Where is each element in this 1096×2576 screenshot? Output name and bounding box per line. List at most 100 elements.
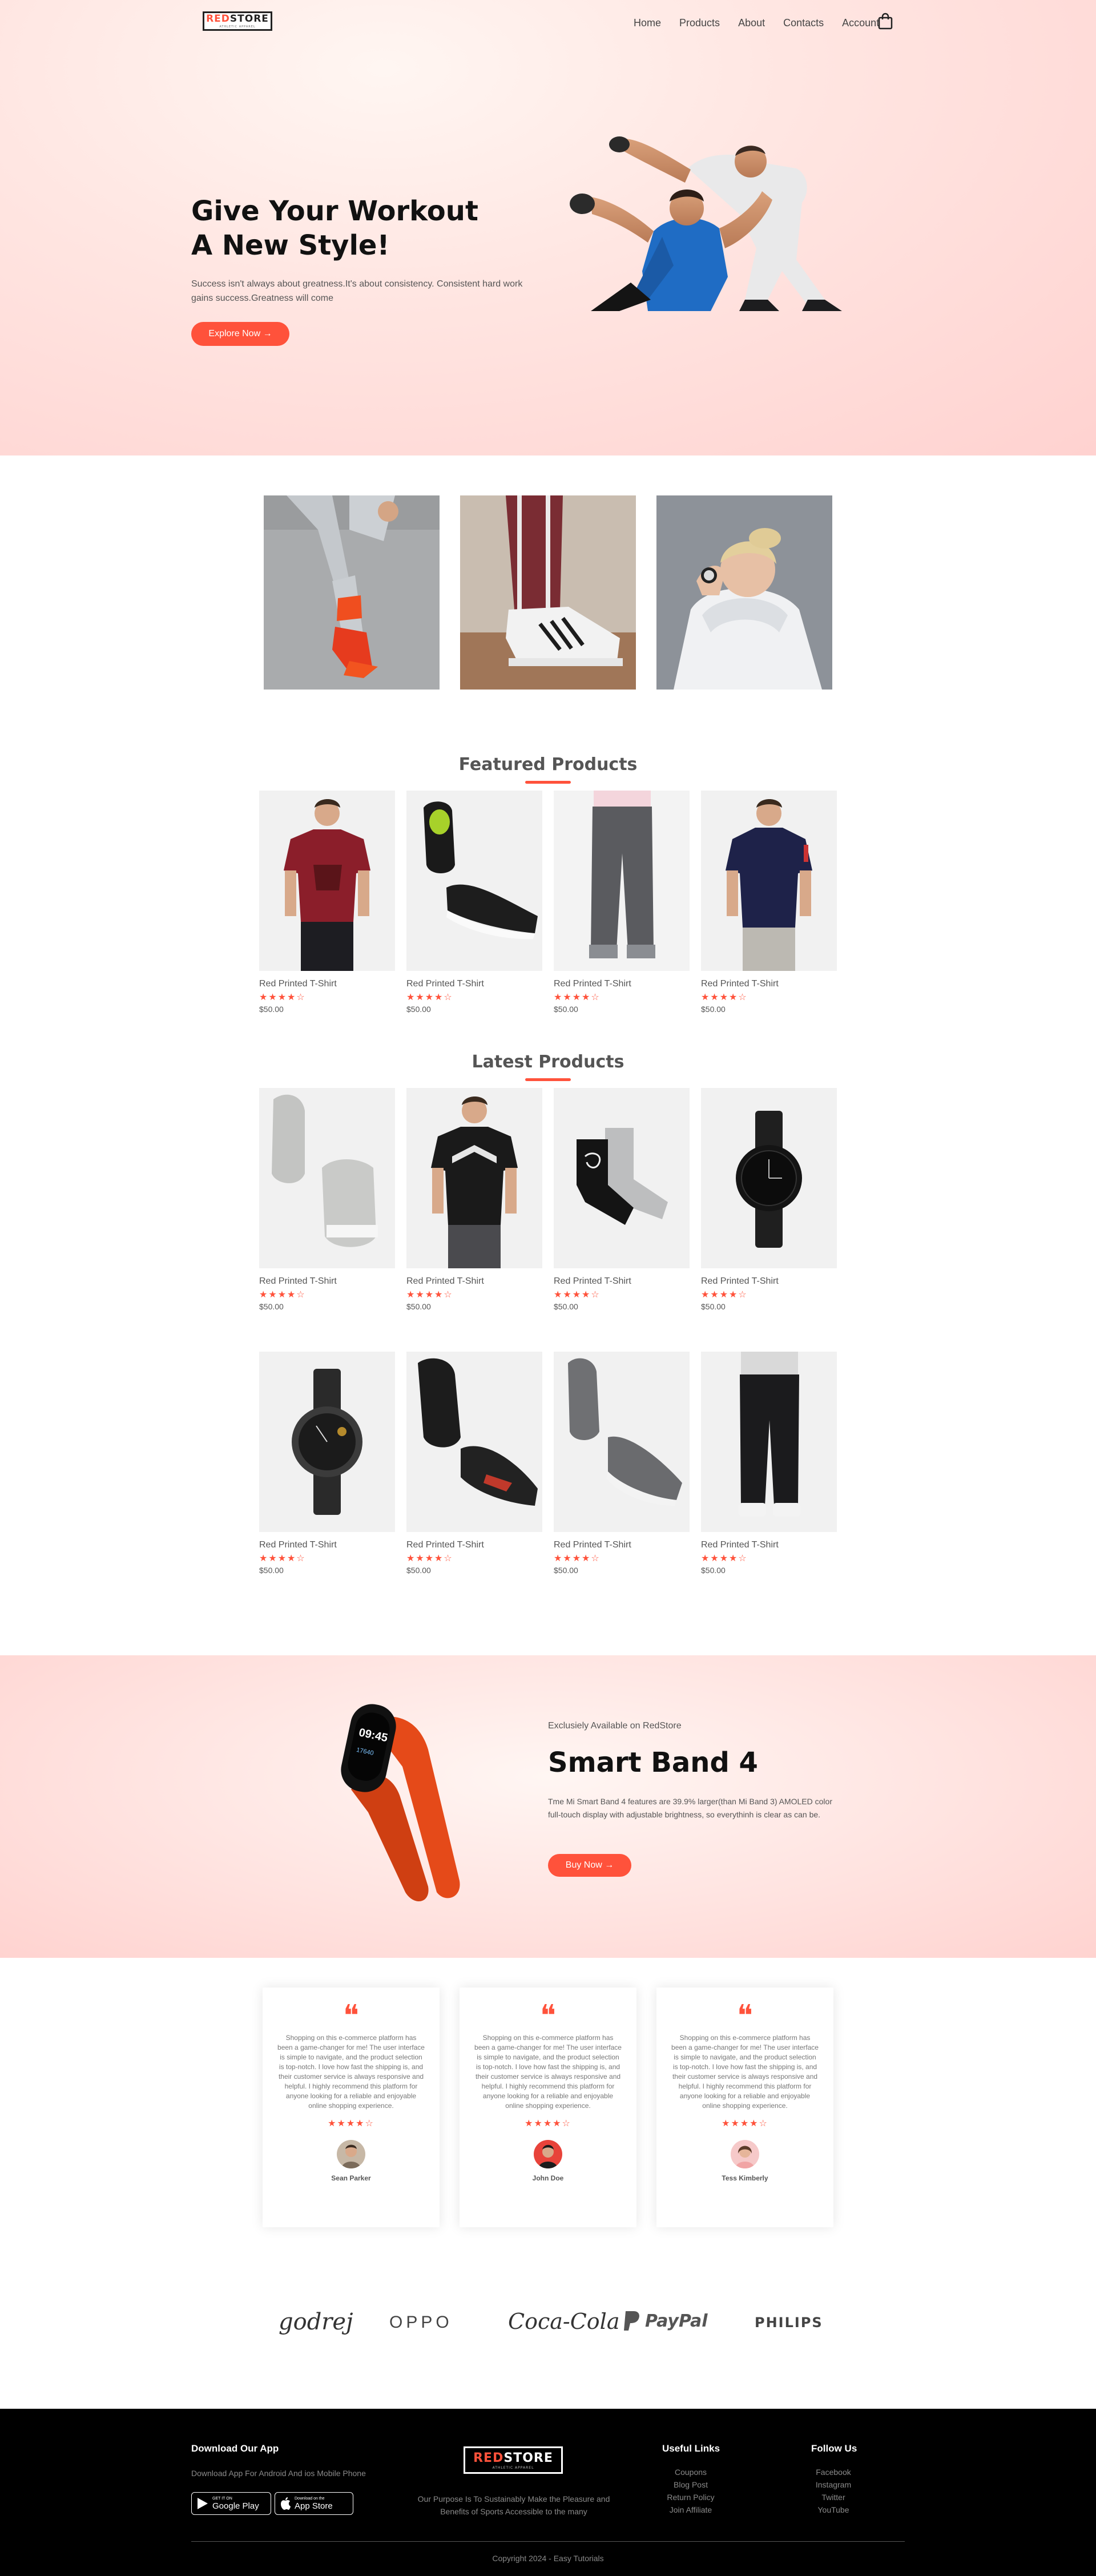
nav-products[interactable]: Products <box>679 17 720 29</box>
google-play-badge[interactable]: GET IT ON Google Play <box>191 2492 271 2515</box>
product-card[interactable]: Red Printed T-Shirt ★★★★☆ $50.00 <box>406 791 542 1014</box>
footer-logo-red-text: RED <box>473 2450 504 2465</box>
brand-logo-oppo: OPPO <box>389 2313 453 2332</box>
testimonial-author: John Doe <box>532 2174 564 2182</box>
brand-logo-godrej: godrej <box>279 2309 353 2335</box>
buy-now-button[interactable]: Buy Now → <box>548 1854 631 1877</box>
testimonial-author: Sean Parker <box>331 2174 371 2182</box>
product-name[interactable]: Red Printed T-Shirt <box>406 1540 542 1550</box>
product-rating: ★★★★☆ <box>701 1553 748 1563</box>
testimonial-card: ❝ Shopping on this e-commerce platform h… <box>460 1988 636 2227</box>
product-name[interactable]: Red Printed T-Shirt <box>701 1540 837 1550</box>
product-image[interactable] <box>259 1088 395 1268</box>
product-card[interactable]: Red Printed T-Shirt ★★★★☆ $50.00 <box>554 791 690 1014</box>
nav-account[interactable]: Account <box>842 17 879 29</box>
app-store-badge[interactable]: Download on the App Store <box>275 2492 353 2515</box>
product-card[interactable]: Red Printed T-Shirt ★★★★☆ $50.00 <box>701 791 837 1014</box>
hero-athletes-image <box>570 136 842 311</box>
product-image[interactable] <box>406 1088 542 1268</box>
product-rating: ★★★★☆ <box>701 1289 748 1300</box>
nav-home[interactable]: Home <box>634 17 661 29</box>
product-card[interactable]: Red Printed T-Shirt ★★★★☆ $50.00 <box>406 1088 542 1311</box>
product-name[interactable]: Red Printed T-Shirt <box>554 979 690 989</box>
footer-follow-title: Follow Us <box>811 2443 857 2454</box>
logo-black-text: STORE <box>229 13 269 25</box>
logo-tagline: ATHLETIC APPAREL <box>219 25 256 29</box>
footer-useful-links: Coupons Blog Post Return Policy Join Aff… <box>656 2466 725 2516</box>
smart-band-image[interactable]: 09:45 17640 <box>328 1698 477 1915</box>
product-rating: ★★★★☆ <box>554 1553 601 1563</box>
product-name[interactable]: Red Printed T-Shirt <box>406 1276 542 1287</box>
latest-title-underline <box>525 1078 571 1081</box>
main-nav: Home Products About Contacts Account <box>634 17 897 29</box>
product-name[interactable]: Red Printed T-Shirt <box>259 1540 395 1550</box>
site-logo[interactable]: REDSTORE ATHLETIC APPAREL <box>203 11 272 31</box>
product-name[interactable]: Red Printed T-Shirt <box>259 979 395 989</box>
featured-title-underline <box>525 781 571 784</box>
product-price: $50.00 <box>701 1566 726 1575</box>
nav-contacts[interactable]: Contacts <box>783 17 824 29</box>
product-card[interactable]: Red Printed T-Shirt ★★★★☆ $50.00 <box>259 1352 395 1575</box>
product-image[interactable] <box>259 1352 395 1532</box>
product-name[interactable]: Red Printed T-Shirt <box>554 1276 690 1287</box>
product-card[interactable]: Red Printed T-Shirt ★★★★☆ $50.00 <box>259 791 395 1014</box>
featured-products-title: Featured Products <box>458 755 638 775</box>
product-price: $50.00 <box>406 1566 431 1575</box>
product-rating: ★★★★☆ <box>406 991 453 1002</box>
footer-download-text: Download App For Android And ios Mobile … <box>191 2469 366 2478</box>
product-image[interactable] <box>701 1352 837 1532</box>
footer-logo-white-text: STORE <box>503 2450 553 2465</box>
product-name[interactable]: Red Printed T-Shirt <box>406 979 542 989</box>
footer-link-instagram[interactable]: Instagram <box>799 2478 868 2491</box>
product-image[interactable] <box>259 791 395 971</box>
explore-now-button[interactable]: Explore Now → <box>191 322 289 346</box>
product-image[interactable] <box>554 1352 690 1532</box>
product-image[interactable] <box>701 1088 837 1268</box>
product-card[interactable]: Red Printed T-Shirt ★★★★☆ $50.00 <box>554 1352 690 1575</box>
product-price: $50.00 <box>554 1302 578 1311</box>
product-card[interactable]: Red Printed T-Shirt ★★★★☆ $50.00 <box>701 1088 837 1311</box>
avatar <box>731 2140 759 2168</box>
product-name[interactable]: Red Printed T-Shirt <box>554 1540 690 1550</box>
footer-link-coupons[interactable]: Coupons <box>656 2466 725 2478</box>
product-image[interactable] <box>701 791 837 971</box>
footer-link-return-policy[interactable]: Return Policy <box>656 2491 725 2504</box>
product-card[interactable]: Red Printed T-Shirt ★★★★☆ $50.00 <box>554 1088 690 1311</box>
footer-link-twitter[interactable]: Twitter <box>799 2491 868 2504</box>
product-price: $50.00 <box>259 1005 284 1014</box>
category-image-track-pants-shoes[interactable] <box>460 495 636 690</box>
product-rating: ★★★★☆ <box>701 991 748 1002</box>
product-price: $50.00 <box>259 1566 284 1575</box>
testimonial-text: Shopping on this e-commerce platform has… <box>474 2034 622 2110</box>
footer-link-join-affiliate[interactable]: Join Affiliate <box>656 2504 725 2516</box>
product-card[interactable]: Red Printed T-Shirt ★★★★☆ $50.00 <box>259 1088 395 1311</box>
product-name[interactable]: Red Printed T-Shirt <box>259 1276 395 1287</box>
product-card[interactable]: Red Printed T-Shirt ★★★★☆ $50.00 <box>406 1352 542 1575</box>
app-store-small-text: Download on the <box>295 2496 325 2501</box>
footer-logo[interactable]: REDSTORE ATHLETIC APPAREL <box>464 2446 563 2474</box>
product-price: $50.00 <box>406 1005 431 1014</box>
google-play-big-text: Google Play <box>212 2501 259 2511</box>
product-image[interactable] <box>406 791 542 971</box>
product-image[interactable] <box>554 1088 690 1268</box>
product-image[interactable] <box>554 791 690 971</box>
footer-link-blog-post[interactable]: Blog Post <box>656 2478 725 2491</box>
product-image[interactable] <box>406 1352 542 1532</box>
category-image-jeans-sneakers[interactable] <box>264 495 440 690</box>
nav-about[interactable]: About <box>738 17 765 29</box>
footer-link-facebook[interactable]: Facebook <box>799 2466 868 2478</box>
logo-red-text: RED <box>206 13 230 25</box>
category-image-woman-hoodie[interactable] <box>656 495 832 690</box>
product-price: $50.00 <box>259 1302 284 1311</box>
product-price: $50.00 <box>406 1302 431 1311</box>
footer-link-youtube[interactable]: YouTube <box>799 2504 868 2516</box>
footer-follow-links: Facebook Instagram Twitter YouTube <box>799 2466 868 2516</box>
shopping-bag-icon[interactable] <box>878 13 893 30</box>
product-card[interactable]: Red Printed T-Shirt ★★★★☆ $50.00 <box>701 1352 837 1575</box>
product-name[interactable]: Red Printed T-Shirt <box>701 979 837 989</box>
product-price: $50.00 <box>554 1005 578 1014</box>
product-rating: ★★★★☆ <box>406 1553 453 1563</box>
testimonial-author: Tess Kimberly <box>722 2174 768 2182</box>
product-name[interactable]: Red Printed T-Shirt <box>701 1276 837 1287</box>
quote-icon: ❝ <box>343 1999 359 2033</box>
